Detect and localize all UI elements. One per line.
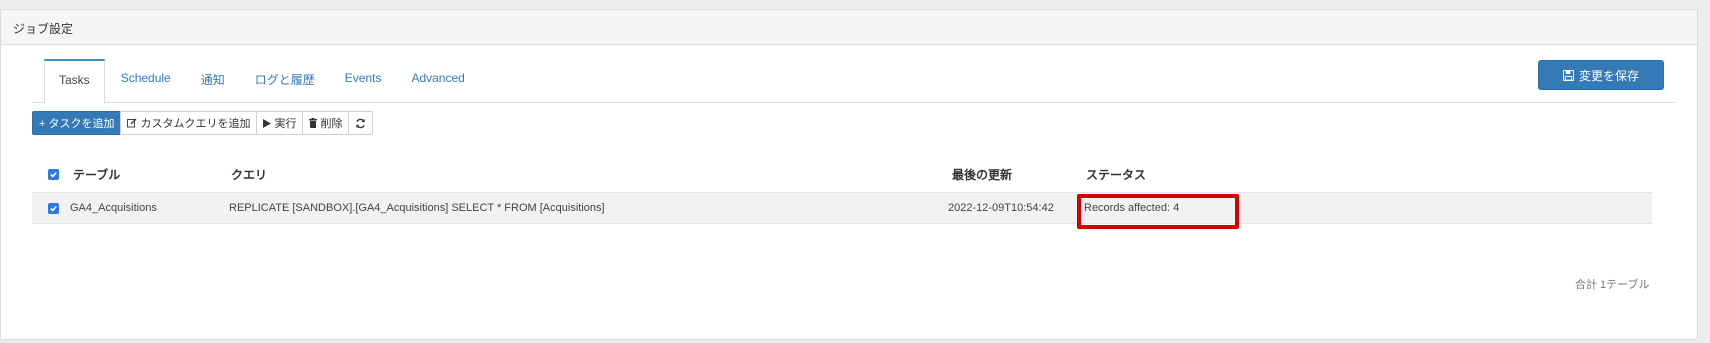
table-count: 合計 1テーブル (1575, 276, 1649, 292)
panel-title: ジョブ設定 (1, 10, 1697, 45)
table-row[interactable]: GA4_Acquisitions REPLICATE [SANDBOX].[GA… (32, 192, 1652, 224)
select-all-checkbox[interactable] (48, 160, 59, 188)
tab-bar: Tasks Schedule 通知 ログと履歴 Events Advanced (32, 59, 1675, 104)
add-custom-query-label: カスタムクエリを追加 (140, 118, 251, 130)
row-checkbox[interactable] (48, 193, 59, 223)
tab-schedule[interactable]: Schedule (107, 59, 185, 103)
row-table-name: GA4_Acquisitions (70, 202, 157, 214)
floppy-disk-icon (1562, 69, 1574, 81)
row-last-updated: 2022-12-09T10:54:42 (948, 202, 1054, 214)
row-status: Records affected: 4 (1084, 202, 1180, 214)
delete-button[interactable]: 削除 (302, 111, 350, 135)
run-button[interactable]: 実行 (256, 111, 304, 135)
tab-events[interactable]: Events (331, 59, 396, 103)
edit-icon (127, 118, 137, 128)
total-label: 合計 (1575, 279, 1597, 291)
table-header: テーブル クエリ 最後の更新 ステータス (32, 160, 1652, 188)
table-count-label: 1テーブル (1600, 279, 1650, 291)
column-header-last-updated[interactable]: 最後の更新 (952, 160, 1012, 188)
column-header-query[interactable]: クエリ (231, 160, 267, 188)
tab-logs-history[interactable]: ログと履歴 (241, 59, 329, 103)
row-query: REPLICATE [SANDBOX].[GA4_Acquisitions] S… (229, 202, 605, 214)
checkbox-checked-icon (48, 168, 59, 180)
add-task-button[interactable]: + タスクを追加 (32, 111, 122, 135)
column-header-status[interactable]: ステータス (1086, 160, 1146, 188)
refresh-icon (355, 118, 366, 129)
add-custom-query-button[interactable]: カスタムクエリを追加 (120, 111, 258, 135)
add-task-label: + タスクを追加 (39, 118, 115, 130)
tab-tasks[interactable]: Tasks (44, 59, 105, 104)
refresh-button[interactable] (348, 111, 374, 135)
play-icon (263, 118, 272, 128)
column-header-table[interactable]: テーブル (73, 160, 120, 188)
save-button-label: 変更を保存 (1578, 68, 1639, 83)
trash-icon (309, 118, 318, 128)
tab-advanced[interactable]: Advanced (397, 59, 478, 103)
run-label: 実行 (274, 118, 297, 130)
checkbox-checked-icon (48, 202, 59, 214)
save-changes-button[interactable]: 変更を保存 (1538, 60, 1664, 90)
task-toolbar: + タスクを追加 カスタムクエリを追加 実行 削除 (32, 111, 374, 135)
tab-notifications[interactable]: 通知 (187, 59, 239, 103)
delete-label: 削除 (320, 118, 343, 130)
